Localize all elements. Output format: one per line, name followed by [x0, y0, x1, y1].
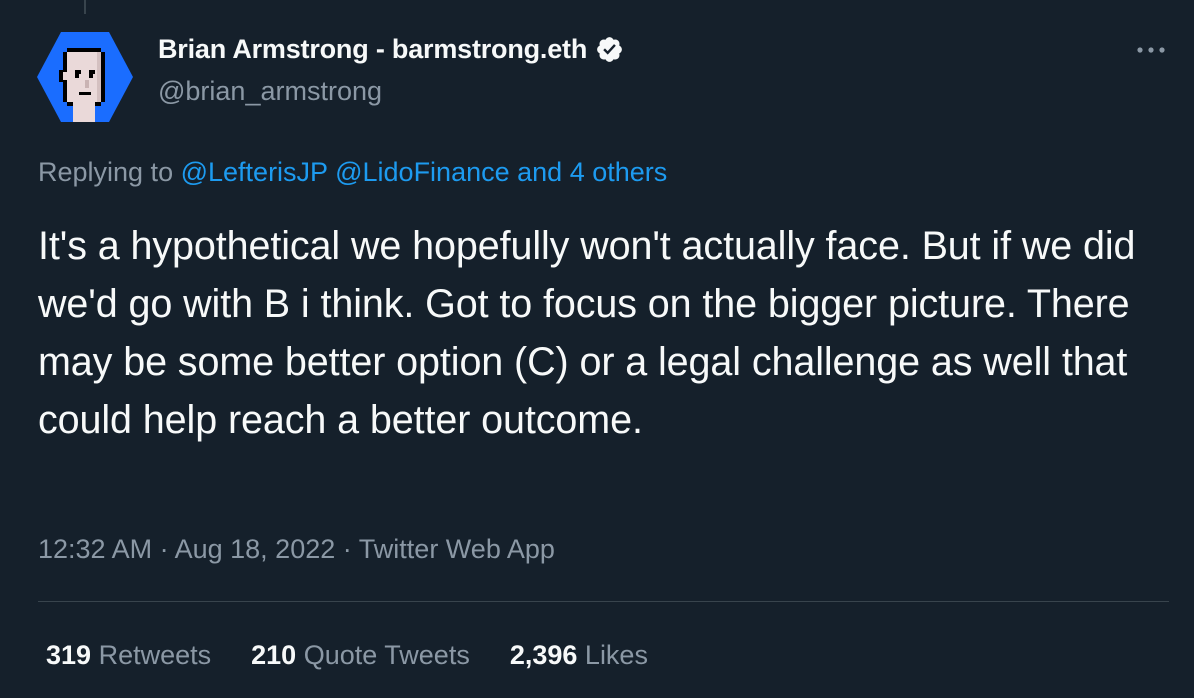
- ellipsis-icon[interactable]: [1134, 40, 1168, 60]
- thread-connector-line: [84, 0, 86, 14]
- meta-separator: ·: [342, 534, 352, 564]
- tweet-metadata: 12:32 AM · Aug 18, 2022 · Twitter Web Ap…: [38, 534, 555, 565]
- tweet-date[interactable]: Aug 18, 2022: [175, 534, 336, 564]
- author-handle[interactable]: @brian_armstrong: [158, 76, 382, 107]
- likes-label: Likes: [584, 640, 648, 670]
- tweet-stats: 319 Retweets 210 Quote Tweets 2,396 Like…: [46, 640, 648, 671]
- quote-tweets-label: Quote Tweets: [303, 640, 470, 670]
- pixel-punk-avatar-icon: [37, 32, 133, 122]
- author-name-row[interactable]: Brian Armstrong - barmstrong.eth: [158, 34, 624, 65]
- verified-badge-icon: [595, 35, 624, 64]
- retweets-stat[interactable]: 319 Retweets: [46, 640, 211, 671]
- mention-others-link[interactable]: and 4 others: [517, 157, 667, 187]
- tweet-time[interactable]: 12:32 AM: [38, 534, 152, 564]
- author-name[interactable]: Brian Armstrong - barmstrong.eth: [158, 34, 587, 65]
- mention-lefterisjp[interactable]: @LefterisJP: [181, 157, 328, 187]
- quote-tweets-count: 210: [251, 640, 297, 670]
- meta-separator: ·: [159, 534, 169, 564]
- likes-stat[interactable]: 2,396 Likes: [510, 640, 648, 671]
- quote-tweets-stat[interactable]: 210 Quote Tweets: [251, 640, 470, 671]
- divider: [38, 601, 1169, 602]
- tweet-text: It's a hypothetical we hopefully won't a…: [38, 224, 1136, 442]
- replying-to-label: Replying to: [38, 157, 174, 187]
- tweet-source[interactable]: Twitter Web App: [359, 534, 555, 564]
- retweets-label: Retweets: [98, 640, 212, 670]
- retweets-count: 319: [46, 640, 92, 670]
- likes-count: 2,396: [509, 640, 578, 670]
- mention-lidofinance[interactable]: @LidoFinance: [335, 157, 510, 187]
- replying-to: Replying to @LefterisJP @LidoFinance and…: [38, 157, 667, 188]
- avatar[interactable]: [37, 32, 133, 122]
